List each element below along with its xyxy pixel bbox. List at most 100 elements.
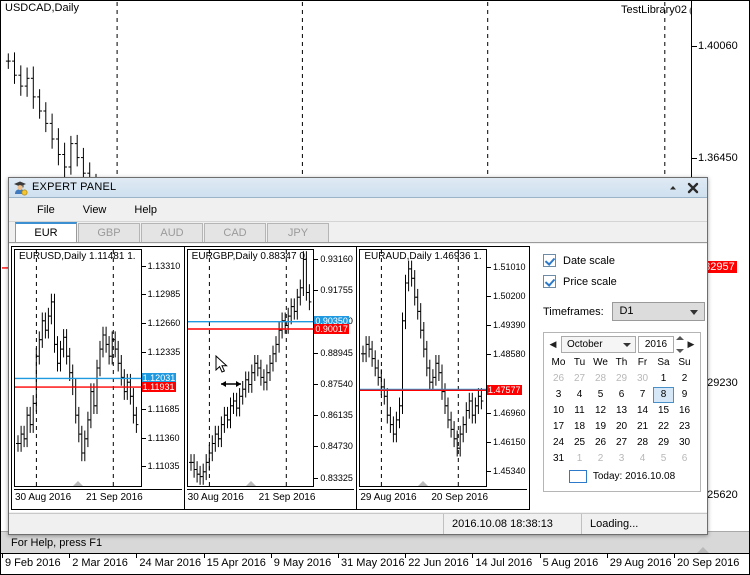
calendar-day[interactable]: 19	[590, 419, 611, 435]
calendar-day[interactable]: 26	[548, 371, 569, 387]
calendar-day[interactable]: 18	[569, 419, 590, 435]
calendar-day[interactable]: 15	[653, 403, 674, 419]
calendar-month-select[interactable]: October	[561, 335, 636, 353]
date-scale-checkbox[interactable]	[543, 254, 556, 267]
horizontal-resize-icon	[220, 378, 242, 393]
sub-chart-euraud-plot[interactable]: EURAUD,Daily 1.46936 1.	[359, 249, 488, 487]
sub-chart-eurusd-price-axis[interactable]: 1.13310 1.12985 1.12660 1.12335 1.11685 1.113…	[141, 249, 184, 487]
calendar-day[interactable]: 24	[548, 435, 569, 451]
main-date-tick-label: 24 Mar 2016	[139, 557, 202, 569]
menu-item-help[interactable]: Help	[120, 201, 171, 219]
calendar-year-input[interactable]: 2016	[638, 335, 674, 353]
chevron-down-icon	[690, 310, 698, 315]
calendar-day[interactable]: 21	[632, 419, 653, 435]
sub-chart-eurusd[interactable]: EURUSD,Daily 1.11481 1. 1.13310 1.12985 1.…	[12, 247, 185, 509]
calendar-day[interactable]: 23	[674, 419, 695, 435]
calendar-day[interactable]: 28	[632, 435, 653, 451]
sub-price-tick-label: 1.11360	[147, 432, 180, 443]
date-scale-checkbox-row[interactable]: Date scale	[543, 254, 705, 267]
date-picker-calendar[interactable]: ◀ October 2016 ▶ Mo Tu We Th Fr Sa Su 26 27 28 29 3…	[543, 332, 701, 492]
calendar-day[interactable]: 29	[653, 435, 674, 451]
calendar-day[interactable]: 26	[590, 435, 611, 451]
main-chart-date-axis[interactable]: 9 Feb 2016 2 Mar 2016 24 Mar 2016 15 Apr 20…	[1, 553, 749, 574]
sub-chart-euraud[interactable]: EURAUD,Daily 1.46936 1. 1.51010 1.50200 1.…	[357, 247, 530, 509]
stepper-down-icon[interactable]	[675, 348, 684, 353]
sub-price-tick-label: 1.12335	[147, 346, 181, 357]
sub-chart-eurgbp-plot[interactable]: EURGBP,Daily 0.88347 0.	[186, 249, 315, 487]
calendar-day[interactable]: 4	[632, 451, 653, 467]
calendar-day[interactable]: 22	[653, 419, 674, 435]
calendar-day[interactable]: 7	[632, 387, 653, 403]
main-date-tick-label: 20 Sep 2016	[677, 557, 740, 569]
expert-panel-window[interactable]: EXPERT PANEL File View Help EUR GBP AUD …	[8, 177, 708, 535]
sub-price-tick-label: 1.46960	[493, 407, 526, 418]
sub-chart-euraud-price-axis[interactable]: 1.51010 1.50200 1.49390 1.48580 1.46960 1.461…	[487, 249, 530, 487]
calendar-day[interactable]: 9	[674, 387, 695, 403]
calendar-day[interactable]: 13	[611, 403, 632, 419]
menu-item-file[interactable]: File	[23, 201, 69, 219]
calendar-day[interactable]: 28	[590, 371, 611, 387]
currency-tab-bar[interactable]: EUR GBP AUD CAD JPY	[9, 222, 707, 243]
chart-scroll-marker-icon	[72, 481, 83, 486]
minimize-button[interactable]	[665, 180, 681, 196]
mouse-cursor-icon	[215, 354, 229, 378]
calendar-prev-button[interactable]: ◀	[547, 339, 559, 350]
menu-item-view[interactable]: View	[69, 201, 121, 219]
calendar-day[interactable]: 6	[611, 387, 632, 403]
calendar-year-stepper[interactable]	[674, 335, 685, 353]
close-icon[interactable]	[685, 180, 701, 196]
calendar-day[interactable]: 10	[548, 403, 569, 419]
calendar-day[interactable]: 6	[674, 451, 695, 467]
tab-eur[interactable]: EUR	[15, 222, 77, 242]
timeframes-select[interactable]: D1	[612, 302, 705, 321]
calendar-day[interactable]: 2	[590, 451, 611, 467]
sub-chart-eurgbp[interactable]: EURGBP,Daily 0.88347 0. 0.93160 0.91755 0.…	[184, 247, 358, 509]
tab-aud[interactable]: AUD	[141, 223, 203, 242]
calendar-day[interactable]: 27	[611, 435, 632, 451]
price-scale-checkbox-row[interactable]: Price scale	[543, 275, 705, 288]
calendar-day[interactable]: 17	[548, 419, 569, 435]
date-tick-mark	[338, 554, 339, 558]
sub-chart-eurgbp-price-axis[interactable]: 0.931600.917550.903500.889450.875400.861…	[314, 249, 357, 487]
calendar-day[interactable]: 14	[632, 403, 653, 419]
calendar-day[interactable]: 31	[548, 451, 569, 467]
main-date-tick-label: 14 Jul 2016	[475, 557, 533, 569]
calendar-day[interactable]: 1	[653, 371, 674, 387]
tab-cad[interactable]: CAD	[204, 223, 266, 242]
calendar-day[interactable]: 1	[569, 451, 590, 467]
price-tick-mark	[314, 415, 319, 417]
panel-title-text: EXPERT PANEL	[32, 181, 117, 193]
calendar-day[interactable]: 5	[653, 451, 674, 467]
calendar-next-button[interactable]: ▶	[685, 339, 697, 350]
calendar-day[interactable]: 29	[611, 371, 632, 387]
calendar-today-row[interactable]: Today: 2016.10.08	[544, 470, 700, 483]
calendar-day[interactable]: 20	[611, 419, 632, 435]
calendar-day[interactable]: 4	[569, 387, 590, 403]
help-hint-text: For Help, press F1	[11, 536, 103, 549]
calendar-day[interactable]: 11	[569, 403, 590, 419]
price-tick-mark	[487, 412, 492, 414]
calendar-day[interactable]: 25	[569, 435, 590, 451]
calendar-day[interactable]: 3	[548, 387, 569, 403]
calendar-day[interactable]: 30	[674, 435, 695, 451]
tab-jpy[interactable]: JPY	[267, 223, 329, 242]
sub-price-tick-label: 1.13310	[147, 260, 181, 271]
calendar-day[interactable]: 12	[590, 403, 611, 419]
calendar-day[interactable]: 3	[611, 451, 632, 467]
calendar-day[interactable]: 5	[590, 387, 611, 403]
calendar-day[interactable]: 30	[632, 371, 653, 387]
calendar-grid[interactable]: Mo Tu We Th Fr Sa Su 26 27 28 29 30 1 2 3 4 5 6 7 8 9 10 11 12 1…	[544, 355, 700, 467]
panel-title-bar[interactable]: EXPERT PANEL	[9, 178, 707, 198]
panel-menu-bar[interactable]: File View Help	[9, 198, 707, 222]
calendar-day[interactable]: 27	[569, 371, 590, 387]
date-tick-mark	[203, 554, 205, 558]
price-scale-checkbox[interactable]	[543, 275, 556, 288]
calendar-week-row: 3456789	[548, 387, 696, 403]
stepper-up-icon[interactable]	[675, 335, 684, 340]
tab-gbp[interactable]: GBP	[78, 223, 140, 242]
sub-chart-eurusd-plot[interactable]: EURUSD,Daily 1.11481 1.	[14, 249, 142, 487]
calendar-day-selected[interactable]: 8	[653, 387, 674, 403]
calendar-day[interactable]: 16	[674, 403, 695, 419]
main-date-tick-label: 9 Feb 2016	[5, 557, 61, 569]
calendar-day[interactable]: 2	[674, 371, 695, 387]
